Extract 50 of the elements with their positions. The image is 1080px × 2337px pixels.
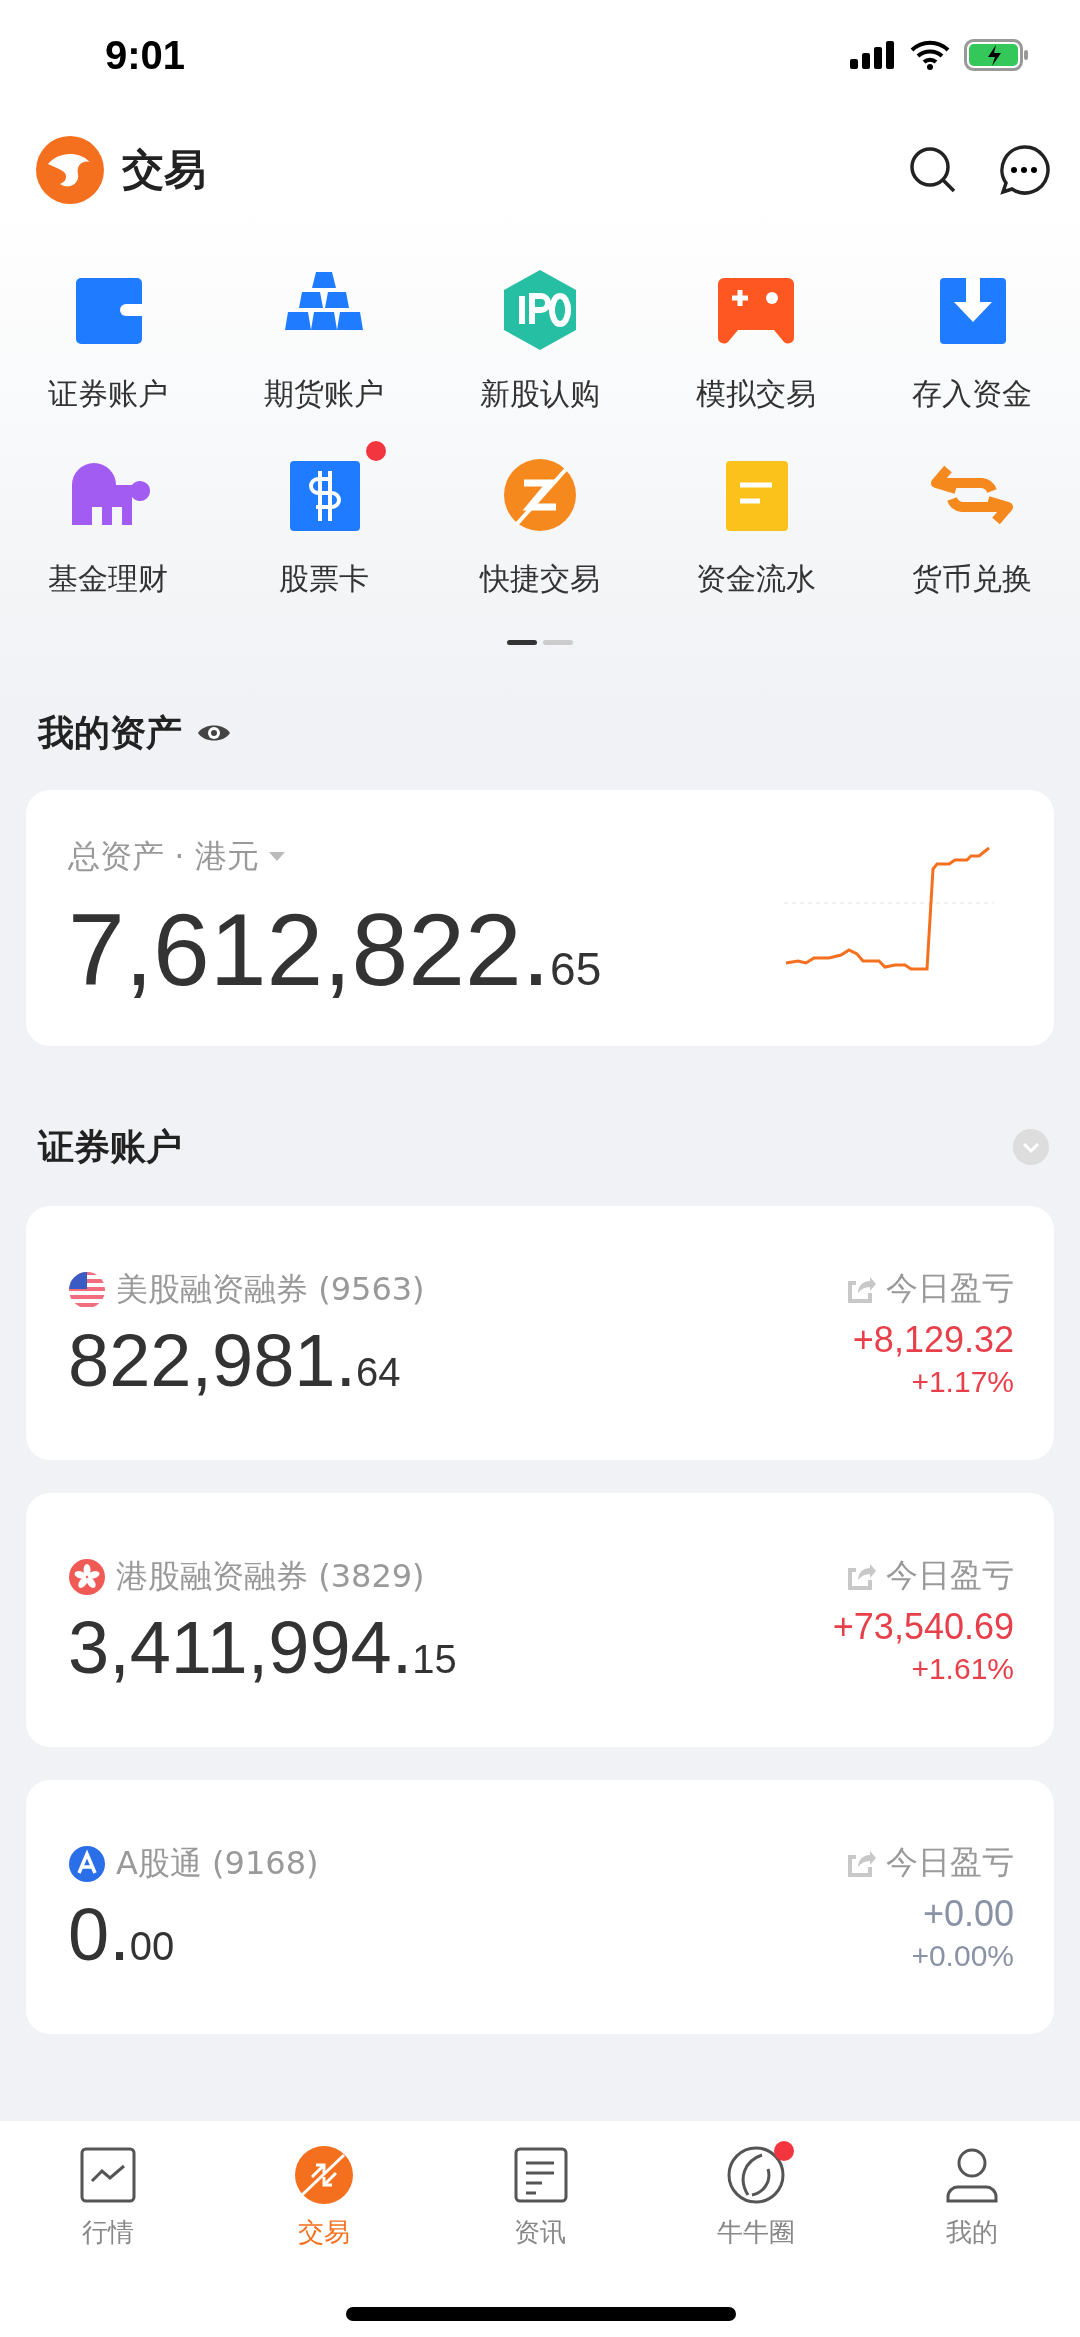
page-title: 交易 bbox=[122, 144, 206, 196]
shortcut-label[interactable]: 模拟交易 bbox=[696, 374, 816, 415]
pnl-percent: +1.17% bbox=[911, 1365, 1014, 1399]
shortcut-label[interactable]: 快捷交易 bbox=[480, 559, 600, 600]
section-title: 证券账户 bbox=[38, 1124, 182, 1169]
account-balance: 0.00 bbox=[68, 1898, 175, 1972]
account-name: 港股融资融券 (3829) bbox=[116, 1556, 425, 1597]
shortcut-label[interactable]: 证券账户 bbox=[48, 374, 168, 415]
account-name: 美股融资融券 (9563) bbox=[116, 1269, 425, 1310]
status-time: 9:01 bbox=[105, 32, 186, 78]
search-icon[interactable] bbox=[908, 145, 958, 195]
pnl-label: 今日盈亏 bbox=[886, 1842, 1014, 1883]
pnl-label: 今日盈亏 bbox=[886, 1268, 1014, 1309]
pnl-amount: +0.00 bbox=[922, 1893, 1014, 1935]
account-name: A股通 (9168) bbox=[116, 1843, 319, 1884]
trade-icon bbox=[292, 2143, 356, 2207]
pnl-amount: +73,540.69 bbox=[832, 1606, 1014, 1648]
pnl-label: 今日盈亏 bbox=[886, 1555, 1014, 1596]
pnl-percent: +0.00% bbox=[911, 1939, 1014, 1973]
signal-icon bbox=[850, 41, 896, 69]
shortcut-label[interactable]: 股票卡 bbox=[279, 559, 369, 600]
flag-icon bbox=[68, 1271, 106, 1309]
shortcut-label[interactable]: 期货账户 bbox=[264, 374, 384, 415]
chat-icon[interactable] bbox=[998, 144, 1050, 196]
account-balance: 822,981.64 bbox=[68, 1324, 401, 1398]
a-share-icon bbox=[68, 1845, 106, 1883]
total-assets-label: 总资产 · 港元 bbox=[68, 836, 259, 877]
tab-bar-item[interactable]: 我的 bbox=[864, 2143, 1080, 2250]
section-title: 我的资产 bbox=[38, 710, 182, 755]
wifi-icon bbox=[910, 40, 950, 70]
tab-bar-item[interactable]: 牛牛圈 bbox=[648, 2143, 864, 2250]
shortcut-label[interactable]: 基金理财 bbox=[48, 559, 168, 600]
account-card[interactable]: A股通 (9168) 0.00 今日盈亏 +0.00 +0.00% bbox=[26, 1780, 1054, 2034]
shortcut-label[interactable]: 新股认购 bbox=[480, 374, 600, 415]
logo-icon bbox=[34, 134, 106, 206]
shortcut-label[interactable]: 货币兑换 bbox=[912, 559, 1032, 600]
pnl-amount: +8,129.32 bbox=[852, 1319, 1014, 1361]
total-assets-amount: 7,612,822.65 bbox=[68, 899, 602, 1001]
shortcut-label[interactable]: 资金流水 bbox=[696, 559, 816, 600]
shortcut-label[interactable]: 存入资金 bbox=[912, 374, 1032, 415]
account-balance: 3,411,994.15 bbox=[68, 1611, 457, 1685]
collapse-icon[interactable] bbox=[1012, 1128, 1050, 1166]
account-card[interactable]: 港股融资融券 (3829) 3,411,994.15 今日盈亏 +73,540.69 +1.61% bbox=[26, 1493, 1054, 1747]
tab-bar-item[interactable]: 行情 bbox=[0, 2143, 216, 2250]
battery-icon bbox=[964, 39, 1030, 71]
account-card[interactable]: 美股融资融券 (9563) 822,981.64 今日盈亏 +8,129.32 +1.17% bbox=[26, 1206, 1054, 1460]
pnl-percent: +1.61% bbox=[911, 1652, 1014, 1686]
dropdown-icon[interactable] bbox=[268, 852, 285, 862]
flower-icon bbox=[68, 1558, 106, 1596]
tab-bar-item[interactable]: 资讯 bbox=[432, 2143, 648, 2250]
